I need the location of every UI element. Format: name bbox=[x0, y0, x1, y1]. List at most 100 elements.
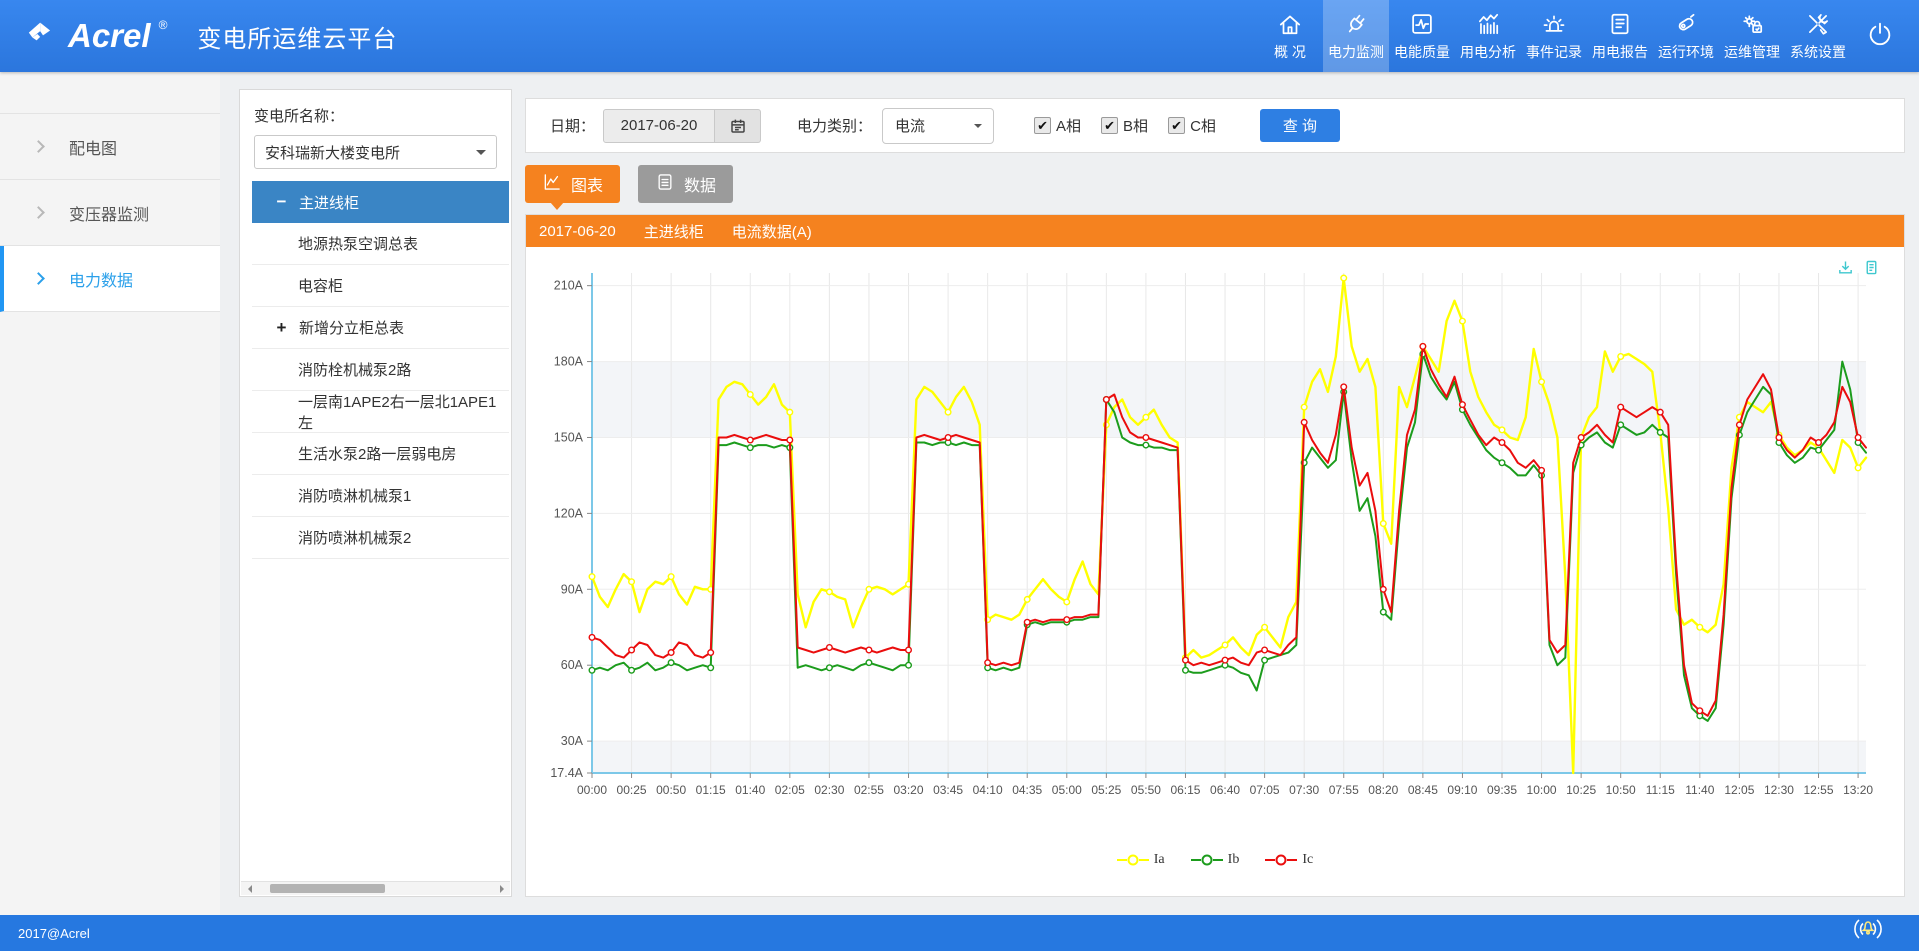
svg-text:02:55: 02:55 bbox=[854, 783, 884, 797]
scroll-left-arrow[interactable] bbox=[241, 882, 256, 896]
station-label: 变电所名称： bbox=[254, 105, 497, 126]
tab-chart[interactable]: 图表 bbox=[525, 165, 620, 203]
scrollbar-thumb[interactable] bbox=[270, 884, 385, 893]
nav-item-9[interactable]: 系统设置 bbox=[1785, 0, 1851, 72]
nav-item-5[interactable]: 事件记录 bbox=[1521, 0, 1587, 72]
tree-node-7[interactable]: 生活水泵2路一层弱电房 bbox=[252, 433, 509, 475]
sidebar-item-label: 电力数据 bbox=[69, 267, 133, 291]
notification-bell-icon[interactable] bbox=[1851, 914, 1885, 949]
svg-text:12:05: 12:05 bbox=[1724, 783, 1754, 797]
search-button[interactable]: 查 询 bbox=[1260, 109, 1340, 142]
app-header: Acrel ® 变电所运维云平台 概 况电力监测电能质量用电分析事件记录用电报告… bbox=[0, 0, 1919, 72]
legend-item-Ic[interactable]: Ic bbox=[1265, 852, 1313, 868]
registered-mark: ® bbox=[159, 18, 168, 32]
nav-item-label: 电能质量 bbox=[1394, 42, 1450, 62]
power-type-select[interactable]: 电流 bbox=[882, 108, 994, 144]
svg-text:00:00: 00:00 bbox=[577, 783, 607, 797]
date-input[interactable]: 2017-06-20 bbox=[603, 109, 715, 143]
svg-text:04:35: 04:35 bbox=[1012, 783, 1042, 797]
tree-node-label: 主进线柜 bbox=[299, 192, 359, 213]
tree-node-label: 电容柜 bbox=[298, 275, 343, 296]
chart-tab-icon bbox=[542, 172, 562, 197]
svg-text:00:25: 00:25 bbox=[617, 783, 647, 797]
svg-text:05:50: 05:50 bbox=[1131, 783, 1161, 797]
chart-legend: Ia Ib Ic bbox=[526, 852, 1904, 868]
phase-checkbox-C相[interactable]: ✔ C相 bbox=[1168, 115, 1216, 136]
phase-checkbox-B相[interactable]: ✔B相 bbox=[1101, 115, 1148, 136]
analysis-icon bbox=[1475, 11, 1501, 37]
checkbox-checked-icon[interactable]: ✔ bbox=[1034, 117, 1051, 134]
sidebar-item-1[interactable]: 配电图 bbox=[0, 114, 220, 180]
svg-text:11:40: 11:40 bbox=[1685, 783, 1714, 797]
svg-text:120A: 120A bbox=[554, 506, 584, 520]
svg-text:06:15: 06:15 bbox=[1170, 783, 1200, 797]
tree-node-label: 新增分立柜总表 bbox=[299, 317, 404, 338]
sidebar: 配电图变压器监测电力数据 bbox=[0, 72, 220, 915]
tree-node-6[interactable]: 一层南1APE2右一层北1APE1左 bbox=[252, 391, 509, 433]
events-icon bbox=[1541, 11, 1567, 37]
legend-label: Ic bbox=[1302, 852, 1313, 868]
data-view-icon[interactable] bbox=[1863, 259, 1880, 276]
nav-item-1[interactable]: 概 况 bbox=[1257, 0, 1323, 72]
chart-title-bar: 2017-06-20 主进线柜 电流数据(A) bbox=[526, 215, 1904, 247]
phase-checkbox-A相[interactable]: ✔ A相 bbox=[1034, 115, 1081, 136]
nav-item-3[interactable]: 电能质量 bbox=[1389, 0, 1455, 72]
sidebar-item-3[interactable]: 电力数据 bbox=[0, 246, 220, 312]
sidebar-list: 配电图变压器监测电力数据 bbox=[0, 113, 220, 312]
svg-text:04:10: 04:10 bbox=[973, 783, 1003, 797]
chevron-right-icon bbox=[32, 272, 45, 285]
line-chart[interactable]: 17.4A30A60A90A120A150A180A210A00:0000:25… bbox=[532, 257, 1892, 817]
station-select[interactable]: 安科瑞新大楼变电所 bbox=[254, 135, 497, 169]
tab-data[interactable]: 数据 bbox=[638, 165, 733, 203]
nav-item-7[interactable]: 运行环境 bbox=[1653, 0, 1719, 72]
chevron-down-icon bbox=[974, 124, 982, 132]
nav-item-label: 电力监测 bbox=[1328, 42, 1384, 62]
tree-node-label: 消防喷淋机械泵1 bbox=[298, 485, 411, 506]
nav-item-label: 系统设置 bbox=[1790, 42, 1846, 62]
nav-item-4[interactable]: 用电分析 bbox=[1455, 0, 1521, 72]
station-select-value: 安科瑞新大楼变电所 bbox=[265, 142, 400, 163]
nav-item-6[interactable]: 用电报告 bbox=[1587, 0, 1653, 72]
checkbox-checked-icon[interactable]: ✔ bbox=[1168, 117, 1185, 134]
legend-item-Ib[interactable]: Ib bbox=[1191, 852, 1240, 868]
tree-node-9[interactable]: 消防喷淋机械泵2 bbox=[252, 517, 509, 559]
logo: Acrel ® bbox=[26, 16, 167, 56]
scroll-right-arrow[interactable] bbox=[495, 882, 510, 896]
scrollbar-track[interactable] bbox=[256, 882, 495, 895]
tree-node-3[interactable]: 电容柜 bbox=[252, 265, 509, 307]
power-type-value: 电流 bbox=[895, 115, 925, 136]
view-tabs: 图表数据 bbox=[525, 165, 733, 203]
svg-text:07:30: 07:30 bbox=[1289, 783, 1319, 797]
calendar-button[interactable] bbox=[715, 109, 761, 143]
expand-plus-icon[interactable]: + bbox=[274, 318, 289, 338]
svg-text:03:20: 03:20 bbox=[894, 783, 924, 797]
legend-item-Ia[interactable]: Ia bbox=[1117, 852, 1165, 868]
svg-text:01:40: 01:40 bbox=[735, 783, 765, 797]
svg-text:90A: 90A bbox=[561, 582, 584, 596]
nav-item-2[interactable]: 电力监测 bbox=[1323, 0, 1389, 72]
nav-item-8[interactable]: 运维管理 bbox=[1719, 0, 1785, 72]
svg-text:00:50: 00:50 bbox=[656, 783, 686, 797]
page: Acrel ® 变电所运维云平台 概 况电力监测电能质量用电分析事件记录用电报告… bbox=[0, 0, 1919, 951]
tree-node-label: 生活水泵2路一层弱电房 bbox=[298, 443, 456, 464]
svg-text:08:20: 08:20 bbox=[1368, 783, 1398, 797]
svg-text:05:00: 05:00 bbox=[1052, 783, 1082, 797]
calendar-icon bbox=[729, 117, 747, 135]
checkbox-checked-icon[interactable]: ✔ bbox=[1101, 117, 1118, 134]
legend-label: Ib bbox=[1228, 852, 1240, 868]
collapse-minus-icon[interactable]: − bbox=[274, 192, 289, 212]
operations-icon bbox=[1739, 11, 1765, 37]
tree-node-1[interactable]: −主进线柜 bbox=[252, 181, 509, 223]
download-icon[interactable] bbox=[1837, 259, 1854, 276]
phase-label: C相 bbox=[1190, 115, 1216, 136]
phase-label: A相 bbox=[1056, 115, 1081, 136]
tree-node-4[interactable]: + 新增分立柜总表 bbox=[252, 307, 509, 349]
svg-text:07:05: 07:05 bbox=[1250, 783, 1280, 797]
settings-icon bbox=[1805, 11, 1831, 37]
tree-node-8[interactable]: 消防喷淋机械泵1 bbox=[252, 475, 509, 517]
tree-node-5[interactable]: 消防栓机械泵2路 bbox=[252, 349, 509, 391]
tree-node-2[interactable]: 地源热泵空调总表 bbox=[252, 223, 509, 265]
logout-power-button[interactable] bbox=[1851, 20, 1909, 53]
sidebar-item-2[interactable]: 变压器监测 bbox=[0, 180, 220, 246]
horizontal-scrollbar[interactable] bbox=[241, 881, 510, 895]
